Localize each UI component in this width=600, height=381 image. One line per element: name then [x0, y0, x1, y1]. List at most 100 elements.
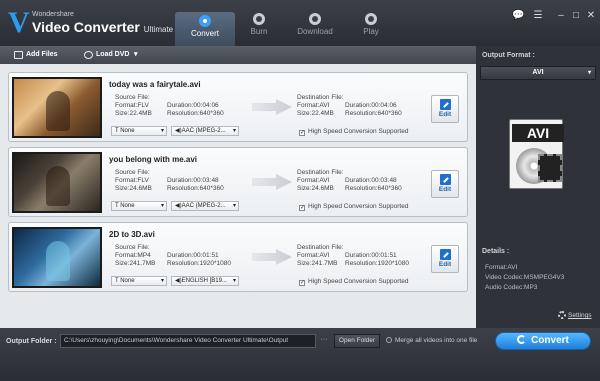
chevron-down-icon: ▾: [232, 278, 236, 284]
convert-icon: [199, 15, 211, 27]
output-folder-field[interactable]: C:\Users\zhouying\Documents\Wondershare …: [60, 334, 316, 348]
restore-button[interactable]: □: [570, 10, 582, 22]
add-files-button[interactable]: Add Files: [12, 48, 58, 62]
output-folder-label: Output Folder :: [6, 338, 57, 345]
file-name: today was a fairytale.avi: [109, 80, 201, 89]
app-edition: Ultimate: [143, 25, 174, 34]
merge-checkbox[interactable]: [386, 337, 392, 343]
file-name: you belong with me.avi: [109, 155, 198, 164]
edit-button[interactable]: Edit: [431, 95, 459, 123]
tab-play[interactable]: Play: [343, 10, 399, 46]
edit-icon: [439, 174, 451, 185]
high-speed-label: High Speed Conversion Supported: [308, 203, 409, 210]
high-speed-option[interactable]: ✓ High Speed Conversion Supported: [299, 203, 408, 211]
edit-button[interactable]: Edit: [431, 245, 459, 273]
convert-label: Convert: [531, 335, 569, 346]
edit-button[interactable]: Edit: [431, 170, 459, 198]
source-title: Source File:: [115, 169, 150, 176]
audio-track-value: ◀)AAC (MPEG-2...: [175, 203, 226, 209]
subtitle-value: T None: [115, 278, 135, 284]
close-button[interactable]: ✕: [585, 10, 597, 22]
output-format-value: AVI: [532, 69, 544, 76]
edit-label: Edit: [438, 261, 452, 268]
audio-track-select[interactable]: ◀)AAC (MPEG-2... ▾: [171, 126, 239, 136]
video-thumbnail[interactable]: [12, 152, 102, 213]
destination-duration: Duration:00:04:06: [345, 102, 397, 109]
chevron-down-icon: ▾: [160, 278, 164, 284]
thumbnail-figure: [46, 91, 70, 131]
settings-label: Settings: [568, 312, 592, 319]
load-dvd-dropdown[interactable]: ▾: [130, 48, 138, 62]
video-thumbnail[interactable]: [12, 77, 102, 138]
chevron-down-icon: ▾: [232, 203, 236, 209]
app-logo: V Wondershare Video Converter Ultimate: [8, 6, 173, 40]
convert-icon: [517, 335, 527, 344]
load-dvd-button[interactable]: Load DVD: [82, 48, 129, 62]
file-item[interactable]: today was a fairytale.avi Source File: F…: [8, 72, 468, 142]
browse-button[interactable]: ···: [318, 334, 330, 348]
convert-button[interactable]: Convert: [495, 332, 591, 350]
subtitle-value: T None: [115, 128, 135, 134]
merge-option[interactable]: Merge all videos into one file: [386, 337, 477, 344]
brand-name: Wondershare: [32, 11, 74, 18]
destination-title: Destination File:: [297, 244, 344, 251]
open-folder-button[interactable]: Open Folder: [334, 334, 380, 348]
source-size: Size:241.7MB: [115, 260, 156, 267]
tab-download-label: Download: [297, 27, 333, 36]
file-list: today was a fairytale.avi Source File: F…: [0, 64, 476, 328]
file-item[interactable]: 2D to 3D.avi Source File: Format:MP4 Siz…: [8, 222, 468, 292]
audio-track-select[interactable]: ◀)AAC (MPEG-2... ▾: [171, 201, 239, 211]
tab-download[interactable]: Download: [287, 10, 343, 46]
tab-convert-label: Convert: [190, 29, 219, 38]
title-bar: V Wondershare Video Converter Ultimate C…: [0, 0, 600, 46]
toolbar: Add Files Load DVD ▾: [0, 46, 476, 64]
source-size: Size:22.4MB: [115, 110, 152, 117]
source-duration: Duration:00:01:51: [167, 252, 219, 259]
audio-track-value: ◀)AAC (MPEG-2...: [175, 128, 226, 134]
app-name-text: Video Converter: [32, 19, 140, 35]
settings-link[interactable]: Settings: [558, 311, 592, 319]
minimize-button[interactable]: –: [555, 10, 567, 22]
checkbox[interactable]: ✓: [299, 130, 305, 136]
tab-burn[interactable]: Burn: [231, 10, 287, 46]
play-icon: [365, 13, 377, 25]
tab-convert[interactable]: Convert: [175, 12, 235, 46]
thumbnail-figure: [46, 241, 70, 281]
detail-audio-codec: Audio Codec:MP3: [485, 284, 538, 291]
destination-format: Format:AVI: [297, 252, 330, 259]
source-duration: Duration:00:04:06: [167, 102, 219, 109]
subtitle-select[interactable]: T None ▾: [111, 276, 167, 286]
logo-v-icon: V: [8, 6, 30, 39]
destination-format: Format:AVI: [297, 177, 330, 184]
convert-arrow-icon: [252, 99, 292, 115]
edit-label: Edit: [438, 186, 452, 193]
menu-icon[interactable]: ☰: [532, 10, 544, 22]
format-document-icon: AVI: [509, 119, 564, 189]
destination-duration: Duration:00:01:51: [345, 252, 397, 259]
edit-icon: [439, 99, 451, 110]
subtitle-select[interactable]: T None ▾: [111, 126, 167, 136]
checkbox[interactable]: ✓: [299, 280, 305, 286]
source-format: Format:FLV: [115, 102, 149, 109]
avi-format-icon: AVI: [507, 119, 567, 199]
video-thumbnail[interactable]: [12, 227, 102, 288]
high-speed-option[interactable]: ✓ High Speed Conversion Supported: [299, 278, 408, 286]
thumbnail-figure: [46, 166, 70, 206]
source-resolution: Resolution:640*360: [167, 110, 224, 117]
audio-track-select[interactable]: ◀)ENGLISH [B19... ▾: [171, 276, 239, 286]
detail-video-codec: Video Codec:MSMPEG4V3: [485, 274, 565, 281]
checkbox[interactable]: ✓: [299, 205, 305, 211]
output-format-label: Output Format :: [482, 52, 535, 59]
convert-arrow-icon: [252, 174, 292, 190]
output-format-panel: Output Format : AVI ▾ AVI Details : Form…: [476, 46, 600, 328]
subtitle-select[interactable]: T None ▾: [111, 201, 167, 211]
high-speed-label: High Speed Conversion Supported: [308, 128, 409, 135]
audio-track-value: ◀)ENGLISH [B19...: [175, 278, 227, 284]
edit-icon: [439, 249, 451, 260]
source-duration: Duration:00:03:48: [167, 177, 219, 184]
output-format-select[interactable]: AVI ▾: [480, 66, 596, 80]
high-speed-option[interactable]: ✓ High Speed Conversion Supported: [299, 128, 408, 136]
source-resolution: Resolution:1920*1080: [167, 260, 231, 267]
file-item[interactable]: you belong with me.avi Source File: Form…: [8, 147, 468, 217]
feedback-icon[interactable]: 💬: [512, 10, 524, 22]
